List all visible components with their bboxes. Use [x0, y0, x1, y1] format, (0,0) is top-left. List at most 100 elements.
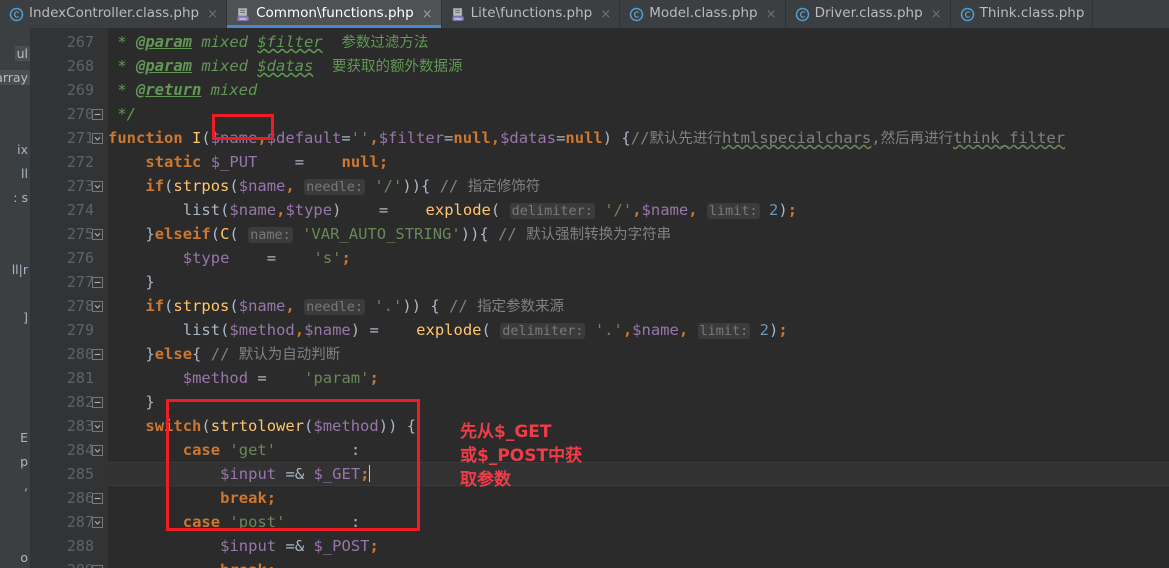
fold-collapse-icon[interactable]	[92, 174, 104, 198]
code-line[interactable]: list($method,$name) = explode( delimiter…	[108, 318, 788, 342]
code-line[interactable]: static $_PUT = null;	[108, 150, 388, 174]
code-line[interactable]: }elseif(C( name: 'VAR_AUTO_STRING')){ //…	[108, 222, 671, 246]
tool-window-text-fragment: array	[0, 70, 30, 85]
line-number[interactable]: 271	[34, 126, 94, 150]
code-line[interactable]: * @param mixed $filter 参数过滤方法	[108, 30, 428, 54]
line-number[interactable]: 282	[34, 390, 94, 414]
line-number[interactable]: 278	[34, 294, 94, 318]
line-number[interactable]: 276	[34, 246, 94, 270]
code-line[interactable]: if(strpos($name, needle: '/')){ // 指定修饰符	[108, 174, 540, 198]
tool-window-text-fragment: ,	[24, 478, 28, 493]
fold-collapse-icon[interactable]	[92, 414, 104, 438]
php-class-icon: C	[795, 7, 809, 21]
fold-collapse-icon[interactable]	[92, 126, 104, 150]
close-icon[interactable]: ×	[600, 8, 611, 21]
fold-end-icon[interactable]	[92, 270, 104, 294]
close-icon[interactable]: ×	[207, 8, 218, 21]
annotation-note-line: 或$_POST中获	[460, 446, 583, 466]
line-number[interactable]: 277	[34, 270, 94, 294]
line-number[interactable]: 267	[34, 30, 94, 54]
code-line[interactable]: break;	[108, 558, 276, 568]
code-line[interactable]: function I($name,$default='',$filter=nul…	[108, 126, 1065, 150]
line-number[interactable]: 289	[34, 558, 94, 568]
annotation-note-line: 取参数	[460, 470, 511, 490]
fold-end-icon[interactable]	[92, 342, 104, 366]
fold-end-icon[interactable]	[92, 486, 104, 510]
close-icon[interactable]: ×	[931, 8, 942, 21]
line-number[interactable]: 269	[34, 78, 94, 102]
inlay-hint: limit:	[706, 203, 760, 219]
svg-text:C: C	[965, 10, 970, 19]
code-folding-strip[interactable]	[88, 28, 108, 568]
line-number[interactable]: 273	[34, 174, 94, 198]
code-line[interactable]: break;	[108, 486, 276, 510]
code-line[interactable]: $type = 's';	[108, 246, 351, 270]
php-class-icon: C	[960, 7, 974, 21]
line-number[interactable]: 286	[34, 486, 94, 510]
tool-window-text-fragment: E	[20, 430, 28, 445]
line-number[interactable]: 270	[34, 102, 94, 126]
tool-window-text-fragment: p	[20, 454, 28, 469]
line-number[interactable]: 268	[34, 54, 94, 78]
line-number[interactable]: 284	[34, 438, 94, 462]
close-icon[interactable]: ×	[766, 8, 777, 21]
php-class-icon: C	[9, 7, 24, 21]
code-line[interactable]: * @return mixed	[108, 78, 257, 102]
code-line[interactable]: $input =& $_GET;	[108, 462, 370, 486]
line-number[interactable]: 288	[34, 534, 94, 558]
editor-tab-0[interactable]: C IndexController.class.php ×	[0, 0, 228, 28]
line-number[interactable]: 272	[34, 150, 94, 174]
annotation-note-line: 先从$_GET	[460, 422, 552, 442]
svg-text:C: C	[14, 10, 19, 19]
line-number[interactable]: 283	[34, 414, 94, 438]
line-number[interactable]: 281	[34, 366, 94, 390]
fold-end-icon[interactable]	[92, 390, 104, 414]
editor-tab-2[interactable]: php Lite\functions.php ×	[442, 0, 621, 28]
code-line[interactable]: */	[108, 102, 136, 126]
editor-tab-3[interactable]: C Model.class.php ×	[620, 0, 786, 28]
editor-tab-1[interactable]: php Common\functions.php ×	[227, 0, 442, 28]
editor-tab-label: Common\functions.php	[256, 5, 414, 22]
code-line[interactable]: switch(strtolower($method)) {	[108, 414, 416, 438]
inlay-hint: name:	[248, 227, 293, 243]
code-line[interactable]: case 'get' :	[108, 438, 360, 462]
inlay-hint: limit:	[697, 323, 751, 339]
fold-end-icon[interactable]	[92, 102, 104, 126]
code-line[interactable]: }	[108, 270, 154, 294]
tool-window-text-fragment: ll	[21, 166, 28, 181]
code-line[interactable]: }	[108, 390, 154, 414]
inlay-hint: delimiter:	[509, 203, 595, 219]
editor-tab-bar: C IndexController.class.php × php Common\fun…	[0, 0, 1169, 28]
line-number[interactable]: 285	[34, 462, 94, 486]
fold-collapse-icon[interactable]	[92, 510, 104, 534]
php-file-icon: php	[452, 7, 464, 20]
editor-tab-5[interactable]: C Think.class.php	[951, 0, 1094, 28]
tool-window-text-fragment: o	[20, 550, 28, 565]
code-line[interactable]: * @param mixed $datas 要获取的额外数据源	[108, 54, 462, 78]
fold-collapse-icon[interactable]	[92, 438, 104, 462]
code-line[interactable]: $input =& $_POST;	[108, 534, 379, 558]
line-number[interactable]: 287	[34, 510, 94, 534]
line-number[interactable]: 279	[34, 318, 94, 342]
line-number[interactable]: 275	[34, 222, 94, 246]
code-line[interactable]: if(strpos($name, needle: '.')) { // 指定参数…	[108, 294, 564, 318]
inlay-hint: needle:	[304, 179, 365, 195]
code-line[interactable]: case 'post' :	[108, 510, 360, 534]
annotation-note-text: 先从$_GET 或$_POST中获 取参数	[460, 420, 582, 492]
close-icon[interactable]: ×	[422, 8, 433, 21]
line-number[interactable]: 280	[34, 342, 94, 366]
code-line[interactable]: }else{ // 默认为自动判断	[108, 342, 340, 366]
fold-collapse-icon[interactable]	[92, 294, 104, 318]
code-editor[interactable]: ularrayixll: sll|r]Ep,o 2672682692702712…	[0, 28, 1169, 568]
editor-tab-4[interactable]: C Driver.class.php ×	[786, 0, 951, 28]
php-file-icon: php	[237, 7, 249, 20]
line-number[interactable]: 274	[34, 198, 94, 222]
code-line[interactable]: $method = 'param';	[108, 366, 379, 390]
fold-end-icon[interactable]	[92, 558, 104, 568]
fold-collapse-icon[interactable]	[92, 222, 104, 246]
text-caret	[368, 465, 370, 482]
code-text-area[interactable]: * @param mixed $filter 参数过滤方法 * @param m…	[108, 28, 1169, 568]
php-class-icon: C	[629, 7, 644, 21]
code-line[interactable]: list($name,$type) = explode( delimiter: …	[108, 198, 797, 222]
editor-tab-label: Lite\functions.php	[470, 5, 593, 22]
